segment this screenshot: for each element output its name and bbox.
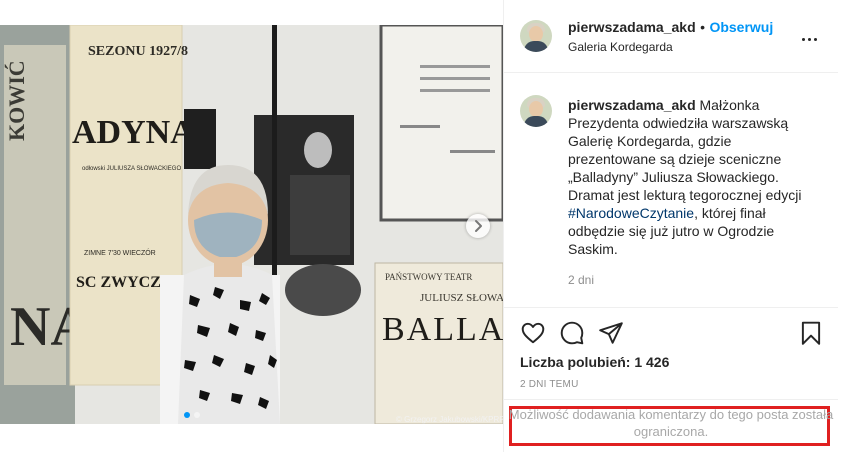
post-header: pierwszadama_akd • Obserwuj Galeria Kord… bbox=[504, 0, 838, 73]
post-timestamp: 2 DNI TEMU bbox=[520, 379, 579, 390]
photo-credit: © Grzegorz Jakubowski/KPRP bbox=[396, 415, 503, 424]
more-options-icon[interactable] bbox=[802, 28, 822, 41]
post-photo[interactable]: KOWIĆ NA SEZONU 1927/8 ADYNA odłowski JU… bbox=[0, 25, 503, 424]
share-icon[interactable] bbox=[598, 320, 624, 346]
chevron-right-icon bbox=[475, 220, 482, 232]
hashtag-link[interactable]: #NarodoweCzytanie bbox=[568, 205, 694, 221]
poster-left-line-1: SEZONU 1927/8 bbox=[88, 44, 188, 59]
poster-left-line-3: odłowski JULIUSZA SŁOWACKIEGO bbox=[82, 166, 181, 172]
likes-count[interactable]: Liczba polubień: 1 426 bbox=[520, 354, 669, 370]
poster-left-line-4: ZIMNE 7'30 WIECZÓR bbox=[84, 248, 156, 257]
follow-button[interactable]: Obserwuj bbox=[709, 19, 773, 35]
bookmark-icon[interactable] bbox=[798, 320, 824, 346]
carousel-dot-active bbox=[184, 412, 190, 418]
comments-limited-text: Możliwość dodawania komentarzy do tego p… bbox=[508, 407, 834, 439]
carousel-indicator bbox=[184, 405, 204, 423]
poster-right-line-2: JULIUSZ SŁOWACKI bbox=[420, 292, 503, 304]
header-separator: • bbox=[700, 19, 705, 35]
location-link[interactable]: Galeria Kordegarda bbox=[568, 40, 673, 54]
header-username[interactable]: pierwszadama_akd bbox=[568, 19, 696, 35]
comments-limited-section: Możliwość dodawania komentarzy do tego p… bbox=[504, 399, 838, 455]
post-side-panel: pierwszadama_akd • Obserwuj Galeria Kord… bbox=[503, 0, 838, 452]
next-photo-button[interactable] bbox=[466, 214, 490, 238]
caption-timestamp: 2 dni bbox=[568, 273, 595, 287]
poster-right-line-1: PAŃSTWOWY TEATR bbox=[385, 272, 472, 282]
caption-username[interactable]: pierwszadama_akd bbox=[568, 97, 696, 113]
poster-left-line-2: ADYNA bbox=[72, 114, 195, 151]
instagram-post-frame: KOWIĆ NA SEZONU 1927/8 ADYNA odłowski JU… bbox=[0, 0, 841, 470]
caption-avatar[interactable] bbox=[520, 95, 552, 127]
comment-icon[interactable] bbox=[559, 320, 585, 346]
poster-right-line-3: BALLAD bbox=[382, 311, 503, 348]
carousel-dot bbox=[194, 412, 200, 418]
post-actions: Liczba polubień: 1 426 2 DNI TEMU Możliw… bbox=[504, 307, 838, 468]
left-edge-text-1: KOWIĆ bbox=[4, 60, 29, 141]
exhibition-photo-illustration: KOWIĆ NA SEZONU 1927/8 ADYNA odłowski JU… bbox=[0, 25, 503, 424]
avatar[interactable] bbox=[520, 20, 552, 52]
heart-icon[interactable] bbox=[520, 320, 546, 346]
caption-text: pierwszadama_akd Małżonka Prezydenta odw… bbox=[568, 96, 820, 258]
